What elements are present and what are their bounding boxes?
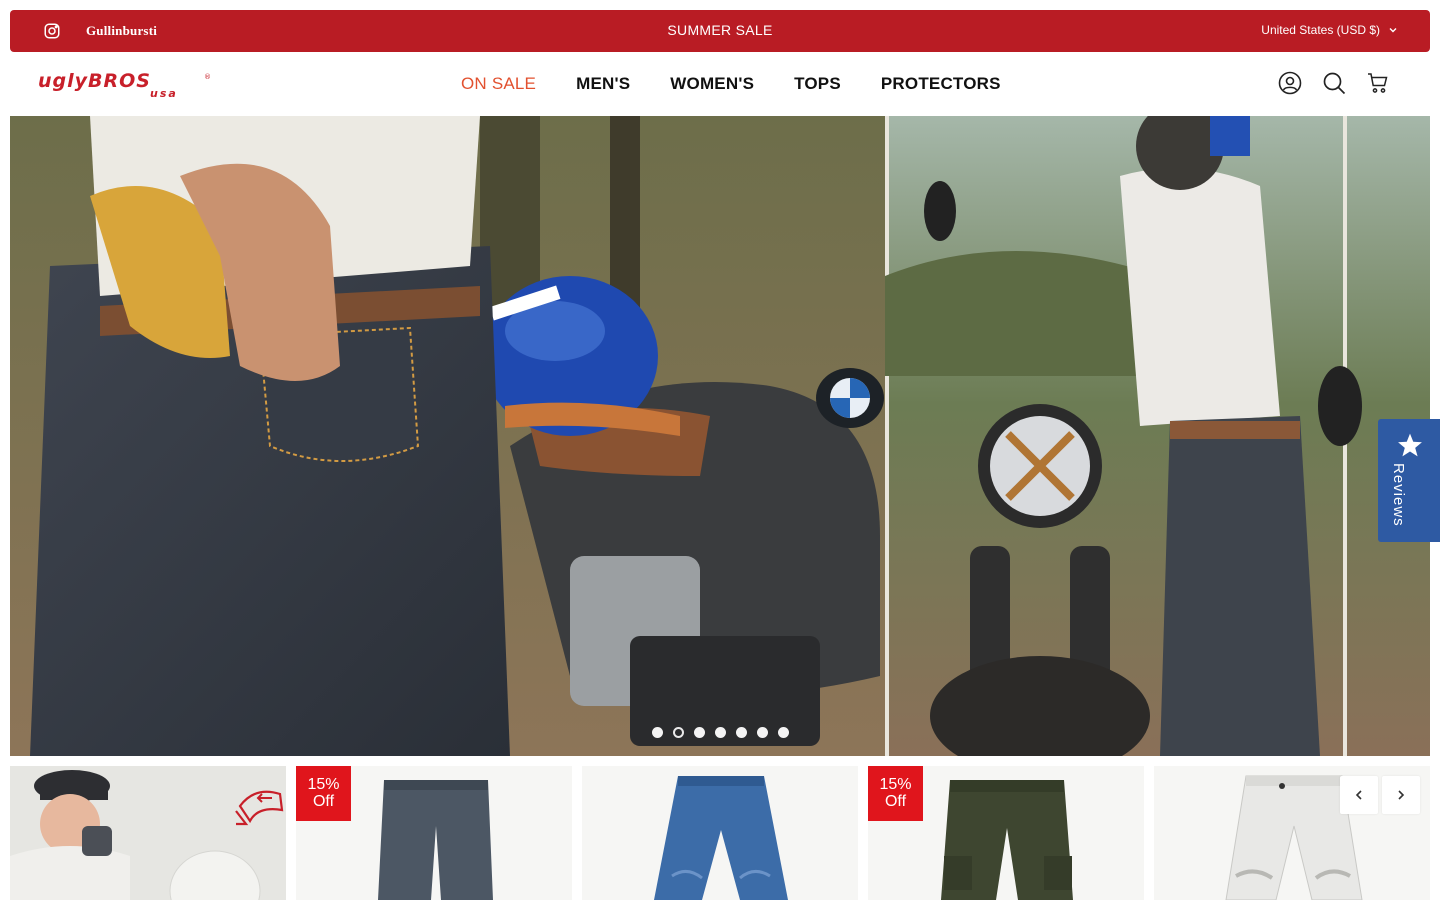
svg-text:uglyBROS: uglyBROS: [38, 70, 151, 92]
product-card[interactable]: [582, 766, 858, 900]
slide-dot[interactable]: [672, 727, 684, 738]
carousel-next-button[interactable]: [1382, 776, 1420, 814]
slide-dot[interactable]: [693, 727, 705, 738]
badge-off: Off: [884, 793, 907, 810]
slide-dot[interactable]: [756, 727, 768, 738]
currency-label: United States (USD $): [1261, 23, 1380, 37]
badge-percent: 15%: [879, 776, 912, 793]
discount-badge: 15% Off: [296, 766, 351, 821]
badge-off: Off: [312, 793, 335, 810]
reviews-tab[interactable]: Reviews: [1378, 419, 1440, 542]
hero-slideshow[interactable]: [10, 116, 1430, 756]
product-card[interactable]: 15% Off: [868, 766, 1144, 900]
svg-text:usa: usa: [150, 87, 178, 98]
product-card[interactable]: 15% Off: [296, 766, 572, 900]
reviews-label: Reviews: [1390, 463, 1407, 527]
slide-dot[interactable]: [735, 727, 747, 738]
main-nav: ON SALE MEN'S WOMEN'S TOPS PROTECTORS: [441, 74, 1021, 94]
hero-image: [10, 116, 1430, 756]
announcement-bar: Gullinbursti SUMMER SALE United States (…: [10, 10, 1430, 52]
slide-dot[interactable]: [777, 727, 789, 738]
announcement-text[interactable]: SUMMER SALE: [10, 22, 1430, 38]
promo-card[interactable]: [10, 766, 286, 900]
product-image: [654, 776, 788, 900]
discount-badge: 15% Off: [868, 766, 923, 821]
cart-icon[interactable]: [1366, 71, 1390, 95]
nav-protectors[interactable]: PROTECTORS: [861, 74, 1021, 94]
chevron-down-icon: [1389, 28, 1397, 33]
search-icon[interactable]: [1322, 71, 1346, 95]
chevron-right-icon: [1398, 790, 1405, 800]
nav-mens[interactable]: MEN'S: [556, 74, 650, 94]
carousel-prev-button[interactable]: [1340, 776, 1378, 814]
slide-dot[interactable]: [651, 727, 663, 738]
account-icon[interactable]: [1278, 71, 1302, 95]
promo-image: [10, 766, 286, 900]
slide-dot[interactable]: [714, 727, 726, 738]
nav-tops[interactable]: TOPS: [774, 74, 861, 94]
badge-percent: 15%: [307, 776, 340, 793]
chevron-left-icon: [1355, 790, 1362, 800]
site-header: uglyBROS usa ® ON SALE MEN'S WOMEN'S TOP…: [0, 52, 1440, 116]
svg-text:®: ®: [204, 73, 211, 81]
product-carousel: 15% Off 15% Off: [10, 766, 1430, 900]
currency-selector[interactable]: United States (USD $): [1261, 23, 1398, 37]
star-icon: [1398, 433, 1422, 457]
nav-on-sale[interactable]: ON SALE: [441, 74, 556, 94]
header-icons: [1278, 71, 1390, 95]
slideshow-dots: [10, 727, 1430, 738]
uglybros-logo[interactable]: uglyBROS usa ®: [38, 70, 212, 98]
nav-womens[interactable]: WOMEN'S: [650, 74, 774, 94]
